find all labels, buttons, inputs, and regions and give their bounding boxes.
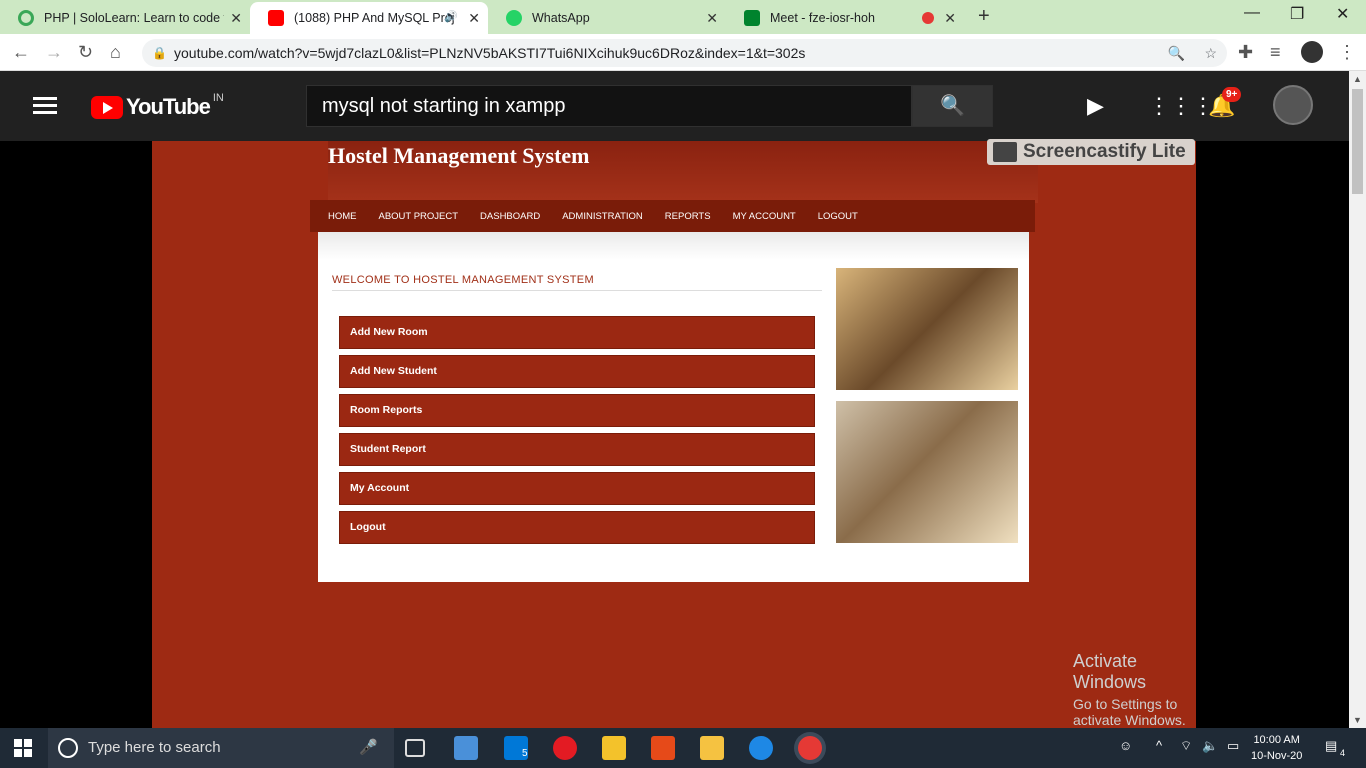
chrome-icon[interactable] xyxy=(798,736,822,760)
close-tab-icon[interactable]: ✕ xyxy=(944,10,956,27)
media-control-icon[interactable]: ≡ xyxy=(1270,42,1281,63)
whatsapp-icon xyxy=(506,10,522,26)
antivirus-icon[interactable] xyxy=(651,736,675,760)
chrome-menu-icon[interactable]: ⋮ xyxy=(1338,42,1356,63)
browser-toolbar: ← → ↻ ⌂ 🔒 youtube.com/watch?v=5wjd7clazL… xyxy=(0,34,1366,71)
film-icon xyxy=(993,142,1017,162)
recording-icon xyxy=(922,12,934,24)
activate-windows-watermark: Activate Windows Go to Settings to activ… xyxy=(1073,651,1186,728)
search-icon: 🔍 xyxy=(940,95,965,117)
hms-nav: HOME ABOUT PROJECT DASHBOARD ADMINISTRAT… xyxy=(310,200,1035,232)
nav-about: ABOUT PROJECT xyxy=(378,210,459,222)
file-explorer-icon[interactable] xyxy=(700,736,724,760)
close-tab-icon[interactable]: ✕ xyxy=(706,10,718,27)
profile-avatar[interactable] xyxy=(1301,41,1323,63)
youtube-icon xyxy=(268,10,284,26)
tab-youtube[interactable]: (1088) PHP And MySQL Proje 🔊 ✕ xyxy=(250,2,488,34)
screencastify-watermark: Screencastify Lite xyxy=(987,139,1195,165)
url-text: youtube.com/watch?v=5wjd7clazL0&list=PLN… xyxy=(174,45,806,61)
tab-sololearn[interactable]: PHP | SoloLearn: Learn to code fo ✕ xyxy=(0,2,250,34)
taskbar-clock[interactable]: 10:00 AM 10-Nov-20 xyxy=(1251,732,1302,764)
close-window-icon[interactable]: ✕ xyxy=(1336,4,1349,24)
nav-home: HOME xyxy=(328,210,357,222)
opera-icon[interactable] xyxy=(553,736,577,760)
nav-my-account: MY ACCOUNT xyxy=(732,210,796,222)
sololearn-icon xyxy=(18,10,34,26)
youtube-play-icon xyxy=(91,95,123,119)
scrollbar-thumb[interactable] xyxy=(1352,89,1363,194)
meet-icon xyxy=(744,10,760,26)
audio-icon[interactable]: 🔊 xyxy=(444,10,458,23)
extensions-icon[interactable]: ✚ xyxy=(1238,42,1253,63)
scroll-down-icon[interactable]: ▼ xyxy=(1353,715,1362,725)
lock-icon: 🔒 xyxy=(152,46,167,60)
create-video-icon[interactable]: ▶︎ xyxy=(1087,93,1104,119)
edge-icon[interactable] xyxy=(749,736,773,760)
hms-content-panel: WELCOME TO HOSTEL MANAGEMENT SYSTEM Add … xyxy=(318,232,1029,582)
new-tab-button[interactable]: + xyxy=(978,5,990,28)
video-player[interactable]: Hostel Management System Screencastify L… xyxy=(0,139,1349,728)
notification-badge: 9+ xyxy=(1222,87,1242,102)
back-icon[interactable]: ← xyxy=(12,42,30,63)
home-icon[interactable]: ⌂ xyxy=(110,42,121,63)
menu-add-student: Add New Student xyxy=(339,355,815,388)
show-hidden-icons[interactable]: ^ xyxy=(1156,738,1162,753)
pc-settings-icon[interactable] xyxy=(454,736,478,760)
windows-start-icon[interactable] xyxy=(14,739,32,757)
task-view-icon[interactable] xyxy=(405,739,425,757)
tab-strip: PHP | SoloLearn: Learn to code fo ✕ (108… xyxy=(0,0,1366,34)
address-bar[interactable]: 🔒 youtube.com/watch?v=5wjd7clazL0&list=P… xyxy=(142,39,1227,67)
hostel-room-photo xyxy=(836,268,1018,390)
taskbar-search-input[interactable]: Type here to search 🎤 xyxy=(48,728,394,768)
menu-my-account: My Account xyxy=(339,472,815,505)
hms-menu: Add New Room Add New Student Room Report… xyxy=(339,316,815,550)
tab-meet[interactable]: Meet - fze-iosr-hoh ✕ xyxy=(726,2,964,34)
page-scrollbar[interactable]: ▲ ▼ xyxy=(1349,71,1366,728)
youtube-logo[interactable]: YouTube IN xyxy=(91,92,224,120)
windows-taskbar: Type here to search 🎤 5 ☺ ^ ⌔ 🔈 ▭ 10:00 … xyxy=(0,728,1366,768)
forward-icon[interactable]: → xyxy=(45,42,63,63)
close-tab-icon[interactable]: ✕ xyxy=(468,10,480,27)
minimize-icon[interactable]: — xyxy=(1244,4,1260,22)
action-center-icon[interactable]: ▤ xyxy=(1325,738,1337,754)
reload-icon[interactable]: ↻ xyxy=(78,42,93,63)
cortana-icon xyxy=(58,738,78,758)
hamburger-menu-icon[interactable] xyxy=(33,97,57,115)
apps-grid-icon[interactable]: ⋮⋮⋮ xyxy=(1148,93,1214,119)
people-icon[interactable]: ☺ xyxy=(1119,738,1132,753)
menu-add-room: Add New Room xyxy=(339,316,815,349)
youtube-header: YouTube IN mysql not starting in xampp 🔍… xyxy=(0,71,1349,141)
scroll-up-icon[interactable]: ▲ xyxy=(1353,74,1362,84)
maximize-icon[interactable]: ❐ xyxy=(1290,4,1304,24)
bookmark-star-icon[interactable]: ☆ xyxy=(1204,39,1217,67)
nav-reports: REPORTS xyxy=(664,210,711,222)
video-frame: Hostel Management System Screencastify L… xyxy=(152,139,1196,728)
menu-student-report: Student Report xyxy=(339,433,815,466)
battery-icon[interactable]: ▭ xyxy=(1227,738,1239,754)
tab-whatsapp[interactable]: WhatsApp ✕ xyxy=(488,2,726,34)
zoom-icon[interactable]: 🔍 xyxy=(1168,39,1185,67)
volume-icon[interactable]: 🔈 xyxy=(1202,738,1218,754)
hms-header: Hostel Management System xyxy=(328,141,1038,203)
close-tab-icon[interactable]: ✕ xyxy=(230,10,242,27)
nav-administration: ADMINISTRATION xyxy=(562,210,643,222)
search-input[interactable]: mysql not starting in xampp xyxy=(306,85,912,127)
page-title: Hostel Management System xyxy=(328,143,590,168)
store-icon[interactable] xyxy=(602,736,626,760)
network-icon[interactable]: ⌔ xyxy=(1180,738,1192,754)
nav-dashboard: DASHBOARD xyxy=(480,210,541,222)
nav-logout: LOGOUT xyxy=(817,210,858,222)
microphone-icon[interactable]: 🎤 xyxy=(359,728,378,768)
menu-logout: Logout xyxy=(339,511,815,544)
welcome-heading: WELCOME TO HOSTEL MANAGEMENT SYSTEM xyxy=(332,274,822,291)
hostel-dorm-photo xyxy=(836,401,1018,543)
menu-room-reports: Room Reports xyxy=(339,394,815,427)
search-button[interactable]: 🔍 xyxy=(912,85,993,127)
avatar[interactable] xyxy=(1273,85,1313,125)
